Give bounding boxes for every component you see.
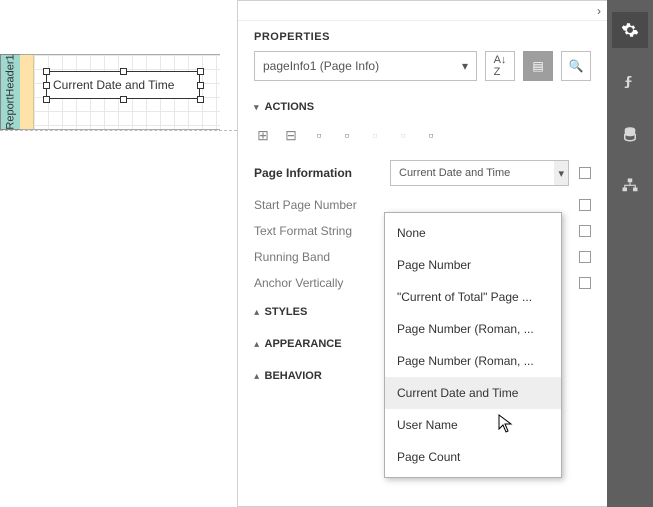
- dropdown-option-user-name[interactable]: User Name: [385, 409, 561, 441]
- actions-toolbar: ⊞ ⊟ ▫ ▫ ▫ ▫ ▫: [238, 123, 607, 154]
- search-icon: 🔍: [569, 59, 584, 73]
- prop-label: Anchor Vertically: [254, 276, 380, 290]
- prop-marker[interactable]: [579, 167, 591, 179]
- chevron-right-icon: ›: [597, 4, 601, 18]
- panel-collapse-bar[interactable]: ›: [238, 1, 607, 21]
- section-behavior-label: BEHAVIOR: [265, 370, 322, 382]
- pageinfo-control[interactable]: Current Date and Time: [46, 71, 200, 99]
- section-actions[interactable]: ▾ ACTIONS: [238, 91, 607, 123]
- dropdown-option-roman-1[interactable]: Page Number (Roman, ...: [385, 313, 561, 345]
- page-information-dropdown[interactable]: Current Date and Time ▾: [390, 160, 569, 186]
- resize-handle[interactable]: [120, 96, 127, 103]
- dropdown-option-page-number[interactable]: Page Number: [385, 249, 561, 281]
- dropdown-option-current-of-total[interactable]: "Current of Total" Page ...: [385, 281, 561, 313]
- grid-icon: ▤: [532, 59, 543, 73]
- resize-handle[interactable]: [197, 68, 204, 75]
- prop-marker[interactable]: [579, 199, 591, 211]
- resize-handle[interactable]: [43, 96, 50, 103]
- prop-marker[interactable]: [579, 225, 591, 237]
- resize-handle[interactable]: [43, 68, 50, 75]
- search-button[interactable]: 🔍: [561, 51, 591, 81]
- center-icon[interactable]: ▫: [422, 127, 440, 144]
- resize-handle[interactable]: [120, 68, 127, 75]
- prop-page-information: Page Information Current Date and Time ▾: [238, 154, 607, 192]
- band-gutter: [20, 55, 34, 129]
- expand-icon: ▾: [254, 102, 259, 113]
- dropdown-option-roman-2[interactable]: Page Number (Roman, ...: [385, 345, 561, 377]
- prop-label: Page Information: [254, 166, 380, 180]
- send-back-icon: ▫: [366, 127, 384, 144]
- right-rail: [607, 0, 653, 507]
- rail-data-button[interactable]: [612, 116, 648, 152]
- prop-marker[interactable]: [579, 251, 591, 263]
- dropdown-option-page-count[interactable]: Page Count: [385, 441, 561, 473]
- collapse-icon: ▸: [251, 310, 262, 315]
- collapse-icon: ▸: [251, 374, 262, 379]
- rail-properties-button[interactable]: [612, 12, 648, 48]
- dropdown-option-none[interactable]: None: [385, 217, 561, 249]
- object-selector-text: pageInfo1 (Page Info): [263, 59, 379, 73]
- rail-expressions-button[interactable]: [612, 64, 648, 100]
- prop-marker[interactable]: [579, 277, 591, 289]
- tree-icon: [621, 177, 639, 195]
- design-surface: ReportHeader1 Current Date and Time: [0, 54, 237, 154]
- panel-title: PROPERTIES: [238, 21, 607, 51]
- prop-value: Current Date and Time: [399, 167, 510, 179]
- rail-report-explorer-button[interactable]: [612, 168, 648, 204]
- resize-handle[interactable]: [197, 96, 204, 103]
- bring-front-icon: ▫: [394, 127, 412, 144]
- object-selector[interactable]: pageInfo1 (Page Info) ▾: [254, 51, 477, 81]
- collapse-icon: ▸: [251, 342, 262, 347]
- section-actions-label: ACTIONS: [265, 101, 315, 113]
- align-left-icon[interactable]: ▫: [310, 127, 328, 144]
- section-appearance-label: APPEARANCE: [265, 338, 342, 350]
- resize-handle[interactable]: [43, 82, 50, 89]
- gear-icon: [621, 21, 639, 39]
- prop-label: Text Format String: [254, 224, 380, 238]
- fit-width-icon[interactable]: ⊞: [254, 127, 272, 144]
- align-right-icon[interactable]: ▫: [338, 127, 356, 144]
- function-icon: [621, 73, 639, 91]
- database-icon: [621, 125, 639, 143]
- caret-down-icon: ▾: [462, 59, 468, 73]
- section-styles-label: STYLES: [265, 306, 308, 318]
- band-header-text: ReportHeader1: [5, 54, 17, 129]
- prop-label: Start Page Number: [254, 198, 380, 212]
- band-body[interactable]: Current Date and Time: [20, 54, 220, 130]
- design-boundary: [0, 130, 237, 131]
- prop-label: Running Band: [254, 250, 380, 264]
- pageinfo-control-text: Current Date and Time: [53, 78, 174, 92]
- categorized-button[interactable]: ▤: [523, 51, 553, 81]
- sort-alpha-button[interactable]: A↓Z: [485, 51, 515, 81]
- band-header-label[interactable]: ReportHeader1: [0, 54, 20, 130]
- page-information-dropdown-list[interactable]: None Page Number "Current of Total" Page…: [384, 212, 562, 478]
- resize-handle[interactable]: [197, 82, 204, 89]
- dropdown-option-current-datetime[interactable]: Current Date and Time: [385, 377, 561, 409]
- caret-down-icon: ▾: [554, 161, 568, 185]
- sort-icon: A↓Z: [494, 54, 507, 78]
- fit-height-icon[interactable]: ⊟: [282, 127, 300, 144]
